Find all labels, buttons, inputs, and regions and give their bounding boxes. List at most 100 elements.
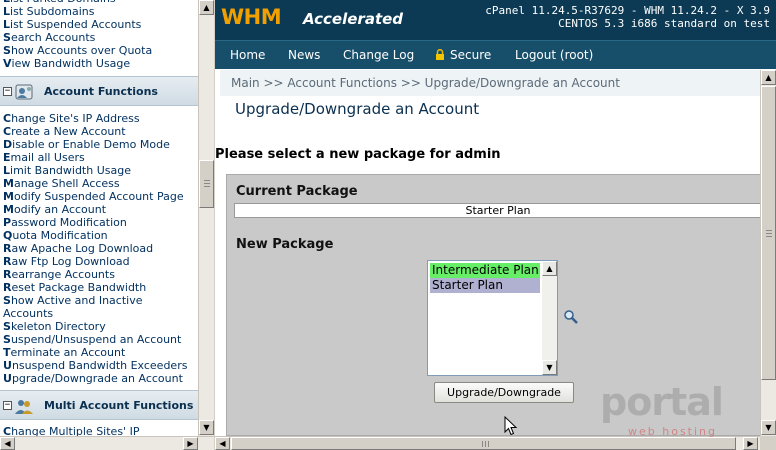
sidebar-link[interactable]: Unsuspend Bandwidth Exceeders bbox=[0, 359, 198, 372]
scroll-left-arrow-icon[interactable]: ◀ bbox=[0, 437, 15, 450]
sidebar-link-initial: L bbox=[3, 5, 11, 18]
scroll-down-arrow-icon[interactable]: ▼ bbox=[761, 420, 776, 435]
section-header-account-functions[interactable]: − Account Functions bbox=[0, 76, 198, 106]
sidebar-link-label: assword Modification bbox=[11, 216, 127, 229]
page-title: Upgrade/Downgrade an Account bbox=[235, 100, 480, 118]
sidebar-link-initial: S bbox=[3, 333, 11, 346]
sidebar-link[interactable]: Password Modification bbox=[0, 216, 198, 229]
magnifier-icon[interactable] bbox=[563, 309, 579, 325]
sidebar-link-initial: T bbox=[3, 346, 11, 359]
sidebar-link[interactable]: List Subdomains bbox=[0, 5, 198, 18]
main-vertical-scrollbar[interactable]: ▲ ▼ bbox=[760, 70, 776, 436]
sidebar-link[interactable]: Show Active and Inactive bbox=[0, 294, 198, 307]
sidebar-link-label: how Active and Inactive bbox=[10, 294, 143, 307]
nav-bar: Home News Change Log Secure Logout (root… bbox=[215, 40, 776, 69]
sidebar-link-label: ist Suspended Accounts bbox=[10, 18, 142, 31]
sidebar-link-initial: S bbox=[3, 44, 11, 57]
version-line-1: cPanel 11.24.5-R37629 - WHM 11.24.2 - X … bbox=[485, 4, 770, 17]
sidebar-link-initial: D bbox=[3, 138, 13, 151]
sidebar-group-accounts-list: List Parked DomainsList SubdomainsList S… bbox=[0, 0, 198, 70]
sidebar-link-label: reate a New Account bbox=[11, 125, 126, 138]
mouse-pointer-icon bbox=[504, 416, 518, 436]
sidebar-link[interactable]: Show Accounts over Quota bbox=[0, 44, 198, 57]
sidebar-link[interactable]: Change Site's IP Address bbox=[0, 112, 198, 125]
sidebar-link[interactable]: Skeleton Directory bbox=[0, 320, 198, 333]
sidebar-horizontal-scrollbar[interactable]: ◀ ▶ bbox=[0, 436, 214, 450]
package-option[interactable]: Starter Plan bbox=[430, 278, 540, 293]
scrollbar-thumb[interactable] bbox=[761, 86, 776, 380]
new-package-listbox[interactable]: Intermediate Plan Starter Plan ▲ ▼ bbox=[427, 260, 558, 376]
collapse-toggle[interactable]: − bbox=[3, 87, 12, 96]
accelerated-logo: Accelerated bbox=[303, 10, 404, 28]
nav-change-log[interactable]: Change Log bbox=[343, 48, 414, 62]
sidebar-link[interactable]: Email all Users bbox=[0, 151, 198, 164]
sidebar-link[interactable]: Search Accounts bbox=[0, 31, 198, 44]
account-functions-icon bbox=[15, 84, 33, 100]
scroll-down-arrow-icon[interactable]: ▼ bbox=[542, 360, 557, 375]
sidebar-link-label: Accounts bbox=[3, 307, 54, 320]
sidebar-link[interactable]: Modify an Account bbox=[0, 203, 198, 216]
scroll-down-arrow-icon[interactable]: ▼ bbox=[199, 420, 214, 435]
instruction-text: Please select a new package for admin bbox=[215, 147, 501, 162]
package-option[interactable]: Intermediate Plan bbox=[430, 263, 540, 278]
sidebar-link-initial: M bbox=[3, 203, 14, 216]
upgrade-downgrade-button[interactable]: Upgrade/Downgrade bbox=[434, 382, 574, 403]
sidebar-link-initial: U bbox=[3, 359, 12, 372]
scroll-up-arrow-icon[interactable]: ▲ bbox=[199, 0, 214, 15]
sidebar-link-label: aw Ftp Log Download bbox=[11, 255, 130, 268]
nav-news[interactable]: News bbox=[288, 48, 320, 62]
sidebar-link[interactable]: Accounts bbox=[0, 307, 198, 320]
sidebar-link[interactable]: Raw Ftp Log Download bbox=[0, 255, 198, 268]
collapse-toggle[interactable]: − bbox=[3, 401, 12, 410]
sidebar-link[interactable]: Terminate an Account bbox=[0, 346, 198, 359]
sidebar-link-label: uspend/Unsuspend an Account bbox=[10, 333, 182, 346]
scroll-right-arrow-icon[interactable]: ▶ bbox=[183, 437, 198, 450]
sidebar-link[interactable]: Create a New Account bbox=[0, 125, 198, 138]
sidebar-link[interactable]: Manage Shell Access bbox=[0, 177, 198, 190]
main-horizontal-scrollbar[interactable]: ◀ ▶ bbox=[215, 436, 760, 450]
sidebar-link-label: aw Apache Log Download bbox=[11, 242, 154, 255]
section-title: Account Functions bbox=[44, 85, 158, 98]
sidebar-link[interactable]: Limit Bandwidth Usage bbox=[0, 164, 198, 177]
scrollbar-thumb[interactable] bbox=[231, 437, 736, 450]
sidebar-link-label: earch Accounts bbox=[10, 31, 96, 44]
sidebar-link-label: hange Site's IP Address bbox=[11, 112, 140, 125]
sidebar-link-initial: L bbox=[3, 164, 11, 177]
sidebar-link[interactable]: Modify Suspended Account Page bbox=[0, 190, 198, 203]
scroll-up-arrow-icon[interactable]: ▲ bbox=[761, 70, 776, 85]
sidebar-link[interactable]: Disable or Enable Demo Mode bbox=[0, 138, 198, 151]
sidebar-link[interactable]: Upgrade/Downgrade an Account bbox=[0, 372, 198, 385]
scroll-up-arrow-icon[interactable]: ▲ bbox=[542, 261, 557, 276]
sidebar-link[interactable]: Change Multiple Sites' IP bbox=[0, 425, 198, 436]
nav-logout[interactable]: Logout (root) bbox=[515, 48, 593, 62]
scroll-right-arrow-icon[interactable]: ▶ bbox=[743, 437, 758, 450]
scroll-corner bbox=[760, 436, 776, 450]
section-title: Multi Account Functions bbox=[44, 399, 194, 412]
sidebar-link-initial: M bbox=[3, 177, 14, 190]
sidebar-link-initial: C bbox=[3, 425, 12, 436]
sidebar-link[interactable]: Reset Package Bandwidth bbox=[0, 281, 198, 294]
sidebar-link-initial: L bbox=[3, 18, 11, 31]
sidebar-link[interactable]: Quota Modification bbox=[0, 229, 198, 242]
scrollbar-thumb[interactable] bbox=[199, 160, 214, 208]
sidebar-link-initial: C bbox=[3, 125, 12, 138]
nav-secure[interactable]: Secure bbox=[450, 48, 491, 62]
sidebar-vertical-scrollbar[interactable]: ▲ ▼ bbox=[198, 0, 214, 436]
sidebar-link[interactable]: List Suspended Accounts bbox=[0, 18, 198, 31]
sidebar-link-label: odify an Account bbox=[13, 203, 107, 216]
nav-home[interactable]: Home bbox=[230, 48, 265, 62]
sidebar-link-label: earrange Accounts bbox=[11, 268, 115, 281]
section-header-multi-account-functions[interactable]: − Multi Account Functions bbox=[0, 390, 198, 420]
listbox-scrollbar[interactable]: ▲ ▼ bbox=[542, 261, 557, 375]
breadcrumb-bar: Main >> Account Functions >> Upgrade/Dow… bbox=[220, 70, 760, 96]
sidebar-link[interactable]: Raw Apache Log Download bbox=[0, 242, 198, 255]
sidebar-link-initial: S bbox=[3, 320, 11, 333]
sidebar-link-label: imit Bandwidth Usage bbox=[10, 164, 131, 177]
scroll-left-arrow-icon[interactable]: ◀ bbox=[215, 437, 230, 450]
sidebar-link[interactable]: Suspend/Unsuspend an Account bbox=[0, 333, 198, 346]
sidebar-link[interactable]: Rearrange Accounts bbox=[0, 268, 198, 281]
version-info: cPanel 11.24.5-R37629 - WHM 11.24.2 - X … bbox=[485, 4, 770, 30]
sidebar-link[interactable]: View Bandwidth Usage bbox=[0, 57, 198, 70]
sidebar-link-initial: C bbox=[3, 112, 12, 125]
version-line-2: CENTOS 5.3 i686 standard on test bbox=[558, 17, 770, 30]
